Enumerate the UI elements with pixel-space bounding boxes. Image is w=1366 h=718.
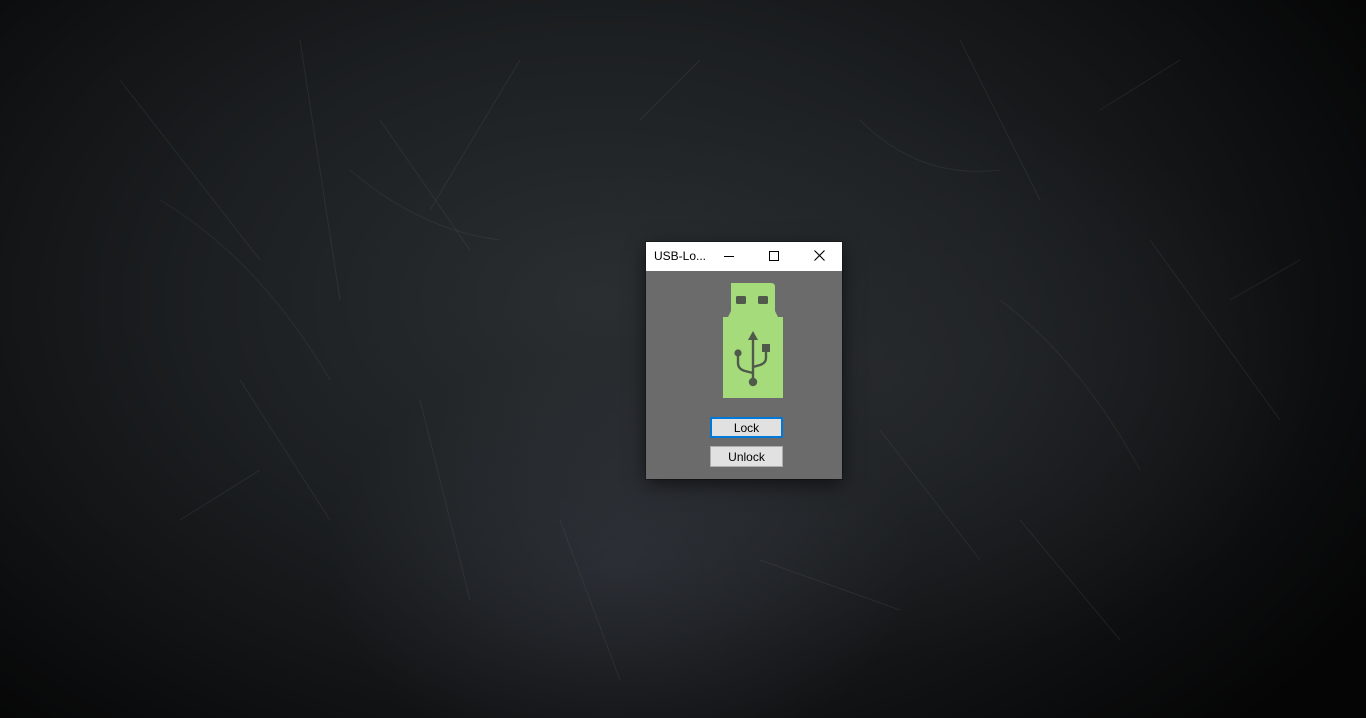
minimize-button[interactable] (706, 242, 751, 271)
maximize-icon (768, 248, 779, 266)
title-bar[interactable]: USB-Lo... (646, 242, 842, 271)
usb-drive-icon (723, 283, 783, 398)
maximize-button[interactable] (751, 242, 796, 271)
lock-button[interactable]: Lock (710, 417, 783, 438)
close-button[interactable] (797, 242, 842, 271)
window-client-area: Lock Unlock (646, 271, 842, 479)
minimize-icon (723, 248, 734, 266)
unlock-button[interactable]: Unlock (710, 446, 783, 467)
usb-lock-window: USB-Lo... Lock Unlock (646, 242, 842, 479)
window-title: USB-Lo... (654, 249, 707, 263)
close-icon (814, 248, 825, 266)
